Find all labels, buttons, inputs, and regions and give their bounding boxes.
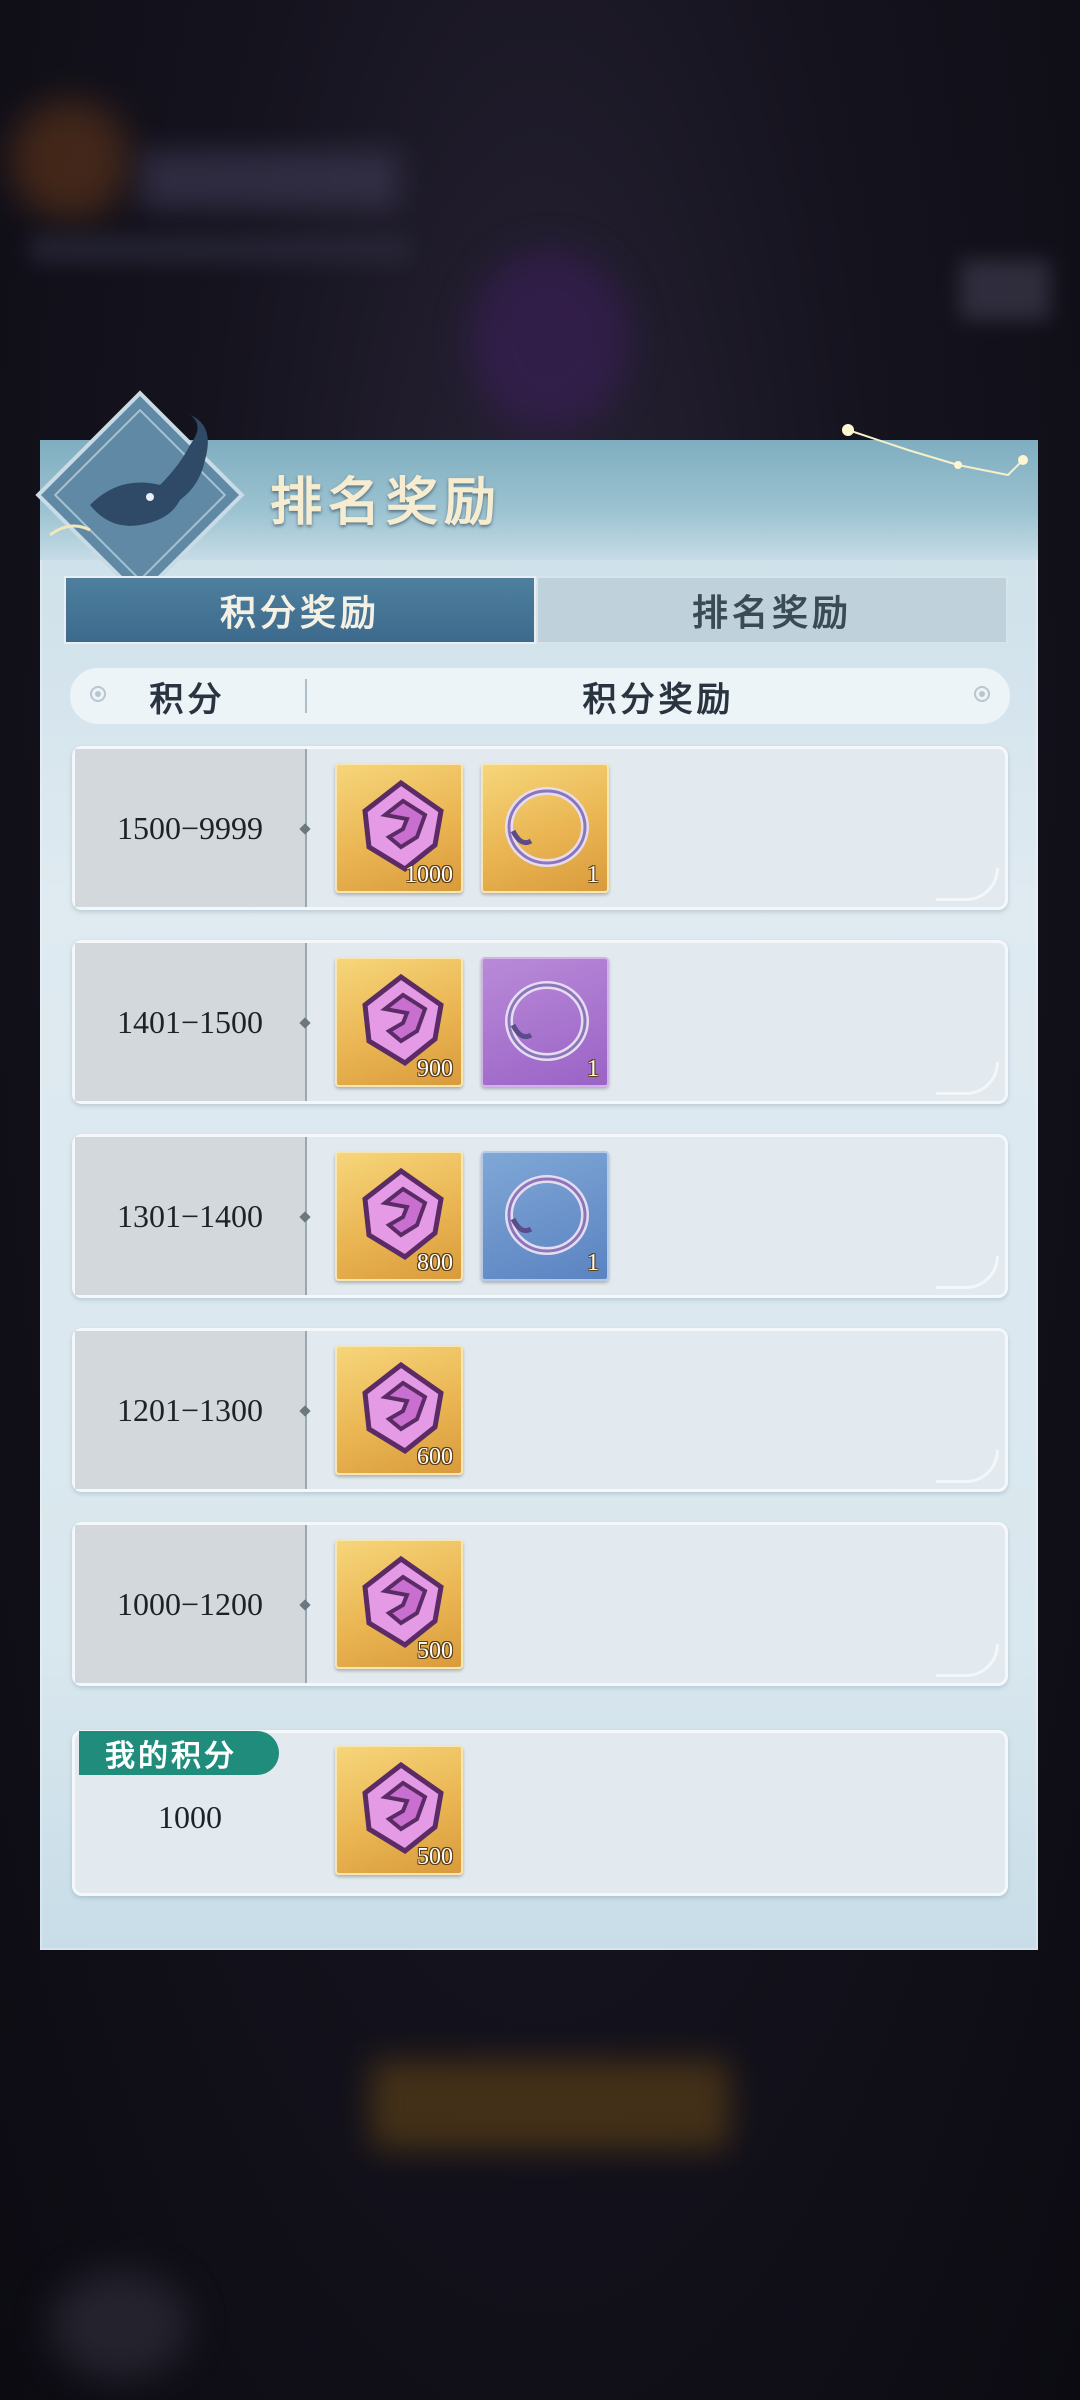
reward-row: 1301−1400 800 1 [72,1134,1008,1298]
reward-item-ring[interactable]: 1 [481,1151,609,1281]
item-quantity: 900 [417,1056,453,1082]
item-quantity: 1 [587,862,599,888]
header-dot-right-icon [974,686,990,702]
score-range: 1401−1500 [75,943,307,1101]
item-quantity: 1 [587,1250,599,1276]
reward-item-pink-token[interactable]: 800 [335,1151,463,1281]
cloud-swirl-decoration [936,1450,999,1483]
reward-panel: 排名奖励 积分奖励 排名奖励 积分 积分奖励 1500−9999 1000 1 140… [35,390,1038,1950]
my-score-label: 我的积分 [79,1731,279,1775]
reward-row: 1500−9999 1000 1 [72,746,1008,910]
background-blur-button [370,2060,730,2150]
tab-rank-reward[interactable]: 排名奖励 [536,576,1008,644]
reward-item-pink-token[interactable]: 500 [335,1539,463,1669]
column-header: 积分 积分奖励 [70,668,1010,724]
score-range: 1301−1400 [75,1137,307,1295]
item-quantity: 600 [417,1444,453,1470]
my-score-row: 我的积分 1000 500 [72,1730,1008,1896]
reward-row: 1201−1300 600 [72,1328,1008,1492]
reward-row: 1000−1200 500 [72,1522,1008,1686]
background-blur-glow [470,250,630,430]
cloud-swirl-decoration [936,868,999,901]
background-blur-avatar [10,100,130,220]
my-score-value: 1000 [158,1799,222,1835]
item-quantity: 1000 [405,862,453,888]
reward-item-ring[interactable]: 1 [481,763,609,893]
reward-item-ring[interactable]: 1 [481,957,609,1087]
background-blur-corner [50,2270,190,2380]
background-blur-title [140,150,400,210]
score-range: 1500−9999 [75,749,307,907]
background-blur-subtitle [30,235,410,263]
constellation-decoration [842,424,1028,477]
cloud-swirl-decoration [936,1062,999,1095]
tab-bar: 积分奖励 排名奖励 [64,576,1008,644]
cloud-swirl-decoration [936,1256,999,1289]
reward-item-pink-token[interactable]: 600 [335,1345,463,1475]
header-dot-left-icon [90,686,106,702]
item-quantity: 1 [587,1056,599,1082]
panel-title: 排名奖励 [270,475,503,532]
fox-emblem-icon [35,390,245,600]
score-range: 1000−1200 [75,1525,307,1683]
reward-item-pink-token[interactable]: 500 [335,1745,463,1875]
score-range: 1201−1300 [75,1331,307,1489]
reward-row: 1401−1500 900 1 [72,940,1008,1104]
background-blur-right [960,260,1050,320]
tab-score-reward[interactable]: 积分奖励 [64,576,536,644]
item-quantity: 500 [417,1844,453,1870]
cloud-swirl-decoration [936,1644,999,1677]
item-quantity: 800 [417,1250,453,1276]
item-quantity: 500 [417,1638,453,1664]
reward-item-pink-token[interactable]: 900 [335,957,463,1087]
reward-item-pink-token[interactable]: 1000 [335,763,463,893]
column-header-reward: 积分奖励 [582,681,735,719]
